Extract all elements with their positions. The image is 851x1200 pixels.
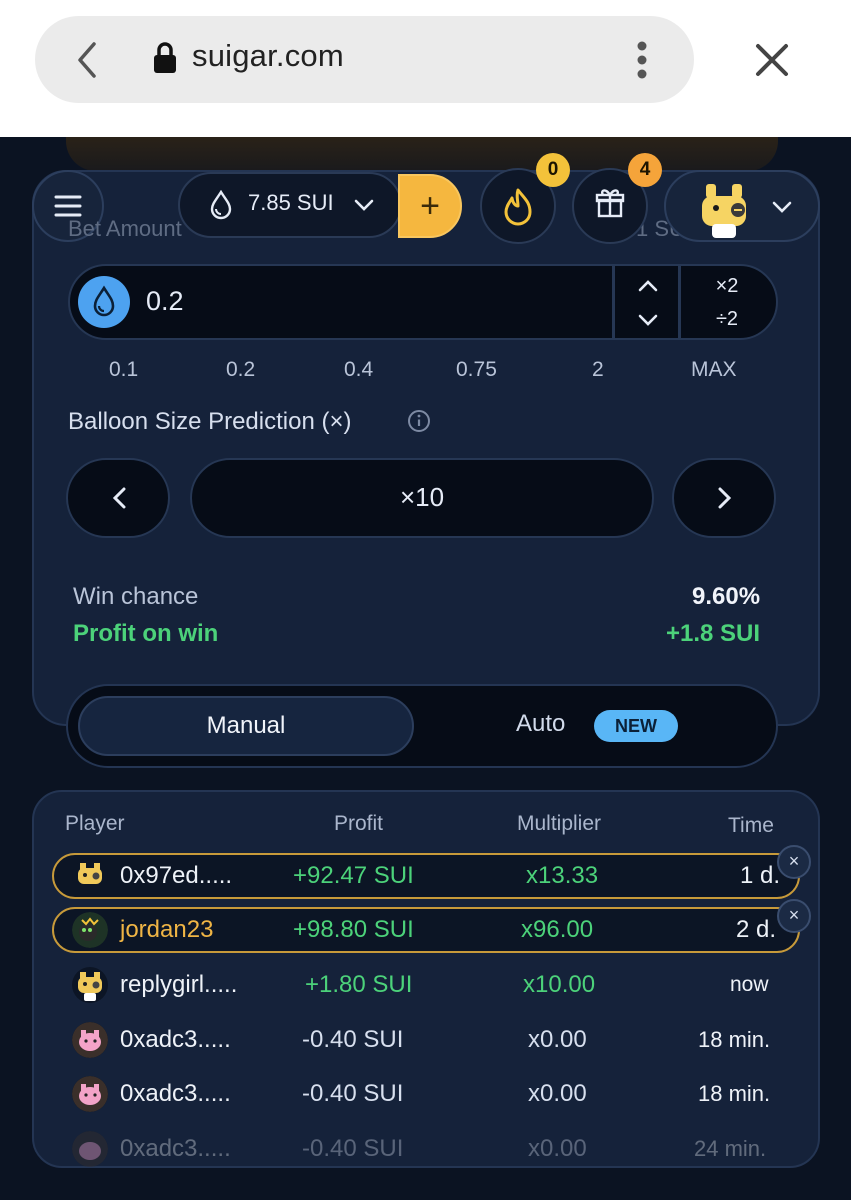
bet-amount-input[interactable]: 0.2: [146, 286, 184, 317]
player-avatar: [72, 1022, 108, 1058]
plus-icon: +: [420, 187, 440, 225]
gift-count-badge: 4: [628, 153, 662, 187]
tab-manual[interactable]: Manual: [78, 696, 414, 756]
chevron-left-icon: [112, 487, 126, 509]
chevron-down-icon[interactable]: [770, 198, 794, 216]
multiplier-value: x10.00: [523, 971, 596, 998]
player-avatar: [72, 858, 108, 894]
bet-amount-label: Bet Amount: [68, 216, 182, 241]
sui-coin-icon: [78, 276, 130, 328]
player-avatar: [72, 1131, 108, 1167]
bet-stepper[interactable]: [616, 266, 680, 338]
profit-on-win-label: Profit on win: [73, 620, 219, 647]
balance-amount: 7.85 SUI: [248, 190, 334, 215]
profit-on-win-value: +1.8 SUI: [666, 620, 761, 647]
kebab-menu-icon[interactable]: [626, 40, 658, 80]
game-panel-edge: [66, 137, 778, 171]
player-avatar: [72, 1076, 108, 1112]
profit-value: -0.40 SUI: [302, 1026, 404, 1053]
column-header-multiplier: Multiplier: [517, 812, 602, 835]
player-name[interactable]: 0xadc3.....: [120, 1135, 231, 1163]
user-avatar-icon: [702, 184, 746, 238]
profit-value: +92.47 SUI: [293, 862, 414, 889]
deposit-button[interactable]: +: [398, 174, 462, 238]
time-value: 24 min.: [694, 1136, 767, 1161]
player-name[interactable]: replygirl.....: [120, 971, 237, 999]
new-badge: NEW: [594, 710, 678, 742]
increase-size-button[interactable]: [672, 458, 776, 538]
chevron-left-icon[interactable]: [72, 40, 104, 80]
player-avatar: [72, 967, 108, 1003]
double-bet-button[interactable]: ×2: [682, 270, 772, 303]
sui-drop-icon: [210, 190, 232, 220]
time-value: 1 d.: [740, 862, 781, 889]
profit-value: -0.40 SUI: [302, 1080, 404, 1107]
win-chance-value: 9.60%: [692, 583, 761, 610]
player-avatar: [72, 912, 108, 948]
address-bar[interactable]: [35, 16, 694, 103]
player-name[interactable]: 0xadc3.....: [120, 1080, 231, 1108]
drop-icon: [93, 285, 115, 317]
quick-amount-button[interactable]: 0.75: [456, 358, 497, 382]
multiplier-value: x0.00: [528, 1135, 587, 1162]
tab-auto[interactable]: Auto: [516, 710, 565, 738]
url-text[interactable]: suigar.com: [192, 38, 344, 74]
multiplier-value: x13.33: [526, 862, 599, 889]
player-name[interactable]: 0x97ed.....: [120, 862, 232, 890]
multiplier-value: x96.00: [521, 916, 594, 943]
time-value: 2 d.: [736, 916, 777, 943]
half-bet-button[interactable]: ÷2: [682, 303, 772, 336]
win-chance-label: Win chance: [73, 583, 199, 610]
column-header-profit: Profit: [334, 812, 384, 835]
fire-count-badge: 0: [536, 153, 570, 187]
max-amount-button[interactable]: MAX: [691, 358, 737, 382]
bet-multiply-controls: ×2 ÷2: [682, 270, 772, 336]
quick-amount-button[interactable]: 0.2: [226, 358, 255, 382]
lock-icon: [154, 42, 176, 73]
profit-value: -0.40 SUI: [302, 1135, 404, 1162]
multiplier-value: x0.00: [528, 1026, 587, 1053]
profit-value: +98.80 SUI: [293, 916, 414, 943]
time-value: 18 min.: [698, 1081, 771, 1106]
close-icon[interactable]: [752, 40, 792, 80]
decrease-size-button[interactable]: [66, 458, 170, 538]
quick-amount-button[interactable]: 2: [592, 358, 604, 382]
info-icon[interactable]: [407, 409, 431, 433]
column-header-time: Time: [728, 814, 774, 837]
player-name[interactable]: 0xadc3.....: [120, 1026, 231, 1054]
balloon-size-label: Balloon Size Prediction (×): [68, 408, 352, 435]
player-name[interactable]: jordan23: [120, 916, 213, 944]
dismiss-row-button[interactable]: ×: [777, 899, 811, 933]
size-prediction-value: ×10: [399, 482, 445, 512]
time-value: 18 min.: [698, 1027, 771, 1052]
profit-value: +1.80 SUI: [305, 971, 413, 998]
divider: [612, 266, 615, 338]
dismiss-row-button[interactable]: ×: [777, 845, 811, 879]
chevron-down-icon[interactable]: [352, 196, 376, 214]
quick-amount-button[interactable]: 0.4: [344, 358, 373, 382]
time-value: now: [730, 973, 769, 996]
column-header-player: Player: [65, 812, 125, 835]
multiplier-value: x0.00: [528, 1080, 587, 1107]
quick-amount-button[interactable]: 0.1: [109, 358, 138, 382]
chevron-right-icon: [718, 487, 732, 509]
